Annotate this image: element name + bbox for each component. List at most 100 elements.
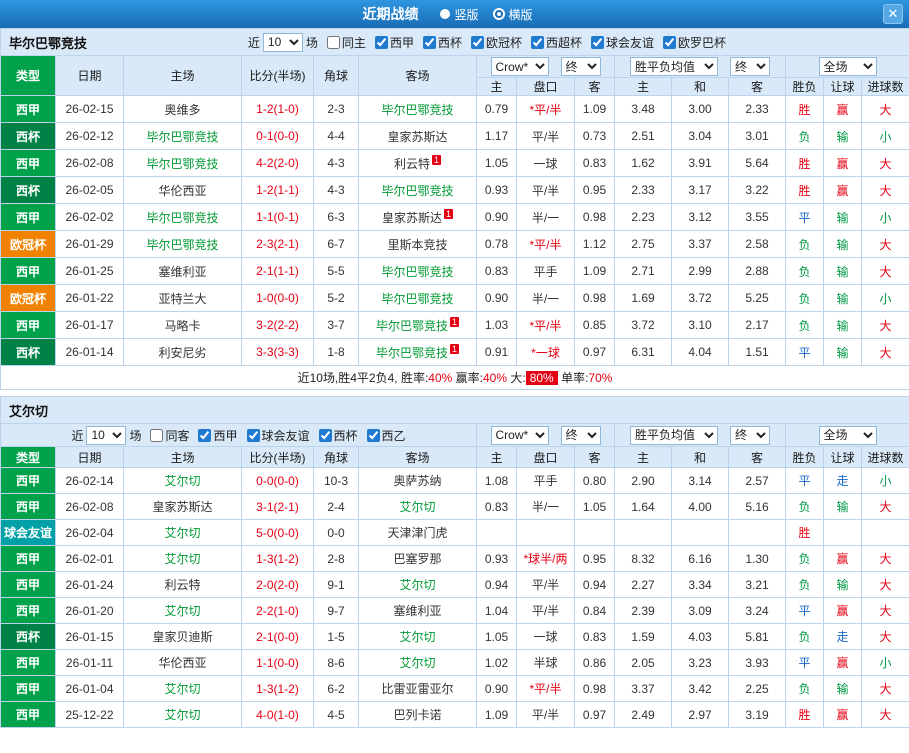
avg-type-select[interactable]: 胜平负均值 — [630, 425, 718, 445]
filter-label: 欧罗巴杯 — [678, 35, 727, 50]
filter-西杯[interactable]: 西杯 — [318, 427, 358, 444]
odds-stage-select[interactable]: 终 — [560, 425, 601, 445]
cell-odds-handicap: *平/半 — [516, 230, 575, 258]
cell-home-team: 艾尔切 — [123, 597, 242, 624]
summary-part: 40% — [483, 371, 508, 385]
filter-bar: 近 10 场 同主 西甲 西杯 欧冠杯 西超杯 球会友谊 欧罗巴杯 — [248, 32, 726, 52]
cell-avg-home: 2.51 — [614, 122, 672, 150]
filter-checkbox[interactable] — [530, 35, 544, 49]
cell-result: 胜 — [785, 95, 824, 123]
layout-vertical-radio[interactable]: 竖版 — [440, 6, 479, 23]
cell-date: 26-01-20 — [55, 597, 124, 624]
avg-stage-select[interactable]: 终 — [730, 425, 770, 445]
filter-checkbox[interactable] — [422, 35, 436, 49]
cell-handicap-result: 输 — [823, 257, 862, 285]
section-title-team: 艾尔切 — [9, 403, 49, 419]
col-header-home: 主场 — [123, 55, 242, 96]
cell-date: 26-01-14 — [55, 338, 124, 366]
col-header-handicap-result: 让球 — [823, 77, 862, 96]
filter-西乙[interactable]: 西乙 — [366, 427, 406, 444]
filter-球会友谊[interactable]: 球会友谊 — [246, 427, 310, 444]
scope-select[interactable]: 全场 — [818, 57, 877, 76]
radio-unselected-icon — [440, 9, 451, 19]
cell-handicap-result: 输 — [823, 203, 862, 231]
cell-away-team: 巴塞罗那 — [358, 545, 477, 572]
cell-corners: 5-5 — [313, 257, 359, 285]
summary-part: 单率: — [557, 371, 589, 385]
cell-score: 0-0(0-0) — [241, 467, 314, 494]
filter-西杯[interactable]: 西杯 — [422, 34, 462, 51]
filter-checkbox[interactable] — [663, 35, 677, 49]
cell-result: 负 — [785, 493, 824, 520]
cell-competition: 西甲 — [0, 597, 56, 624]
filter-checkbox[interactable] — [318, 428, 332, 442]
recent-label-suffix: 场 — [129, 428, 142, 443]
scope-select[interactable]: 全场 — [818, 425, 877, 445]
cell-avg-home: 2.75 — [614, 230, 672, 258]
cell-odds-away: 0.97 — [574, 338, 615, 366]
cell-result: 负 — [785, 257, 824, 285]
cell-handicap-result: 输 — [823, 338, 862, 366]
cell-odds-handicap: 平/半 — [516, 701, 575, 728]
match-row: 西甲 26-02-08 毕尔巴鄂竞技 4-2(2-0) 4-3 利云特 1 1.05 一球 0.8… — [0, 149, 909, 177]
match-row: 西甲 26-01-11 华伦西亚 1-1(0-0) 8-6 艾尔切 1.02 半球 0.86 2.… — [0, 649, 909, 676]
filter-checkbox[interactable] — [246, 428, 260, 442]
recent-count-select[interactable]: 10 — [262, 32, 303, 52]
filter-checkbox[interactable] — [374, 35, 388, 49]
col-header-away: 客场 — [358, 55, 477, 96]
recent-count-select[interactable]: 10 — [86, 425, 127, 445]
match-row: 西甲 26-02-02 毕尔巴鄂竞技 1-1(0-1) 6-3 皇家苏斯达 1 0.90 半/一… — [0, 203, 909, 231]
filter-checkbox[interactable] — [366, 428, 380, 442]
cell-away-team: 毕尔巴鄂竞技 — [358, 257, 477, 285]
cell-odds-away: 1.05 — [574, 493, 615, 520]
cell-home-team: 艾尔切 — [123, 675, 242, 702]
filter-西甲[interactable]: 西甲 — [374, 34, 414, 51]
filter-checkbox[interactable] — [591, 35, 604, 49]
avg-stage-select[interactable]: 终 — [730, 57, 770, 76]
filter-checkbox[interactable] — [326, 35, 340, 49]
cell-odds-home — [476, 519, 517, 546]
filter-同主[interactable]: 同主 — [326, 34, 366, 51]
filter-西超杯[interactable]: 西超杯 — [530, 34, 582, 51]
radio-selected-icon — [492, 8, 505, 20]
cell-odds-home: 1.09 — [476, 701, 517, 728]
filter-同客[interactable]: 同客 — [150, 427, 189, 444]
close-icon: ✕ — [887, 6, 899, 21]
cell-date: 26-02-08 — [55, 149, 124, 177]
avg-type-select[interactable]: 胜平负均值 — [630, 57, 718, 76]
cell-avg-draw: 3.12 — [671, 203, 729, 231]
filter-球会友谊[interactable]: 球会友谊 — [591, 34, 654, 51]
cell-avg-draw: 3.10 — [671, 311, 729, 339]
cell-competition: 西杯 — [0, 176, 56, 204]
filter-checkbox[interactable] — [198, 428, 212, 442]
filter-欧罗巴杯[interactable]: 欧罗巴杯 — [663, 34, 726, 51]
cell-avg-draw: 2.97 — [671, 701, 729, 728]
filter-label: 西杯 — [437, 35, 462, 50]
filter-checkbox[interactable] — [150, 428, 164, 442]
summary-part: 大: — [507, 371, 526, 385]
filter-checkbox[interactable] — [470, 35, 484, 49]
cell-away-team: 艾尔切 — [358, 571, 477, 598]
cell-home-team: 皇家苏斯达 — [123, 493, 242, 520]
close-button[interactable]: ✕ — [883, 4, 903, 24]
layout-horizontal-radio[interactable]: 横版 — [492, 6, 533, 23]
cell-goals: 大 — [860, 95, 909, 123]
cell-avg-away: 3.21 — [728, 571, 786, 598]
cell-competition: 西甲 — [0, 311, 56, 339]
filter-label: 西甲 — [389, 35, 414, 50]
filter-西甲[interactable]: 西甲 — [198, 427, 238, 444]
cell-handicap-result: 赢 — [823, 149, 862, 177]
cell-away-team: 毕尔巴鄂竞技 1 — [358, 311, 477, 339]
odds-company-select[interactable]: Crow* — [490, 57, 549, 76]
odds-stage-select[interactable]: 终 — [560, 57, 601, 76]
cell-handicap-result: 输 — [823, 230, 862, 258]
cell-avg-draw: 3.91 — [671, 149, 729, 177]
cell-goals: 小 — [861, 649, 909, 676]
odds-company-select[interactable]: Crow* — [490, 425, 549, 445]
filter-欧冠杯[interactable]: 欧冠杯 — [470, 34, 522, 51]
cell-competition: 西甲 — [0, 649, 56, 676]
cell-competition: 西杯 — [0, 122, 56, 150]
col-header-result: 胜负 — [785, 446, 824, 468]
note-badge: 1 — [450, 343, 460, 354]
cell-date: 26-01-29 — [55, 230, 124, 258]
